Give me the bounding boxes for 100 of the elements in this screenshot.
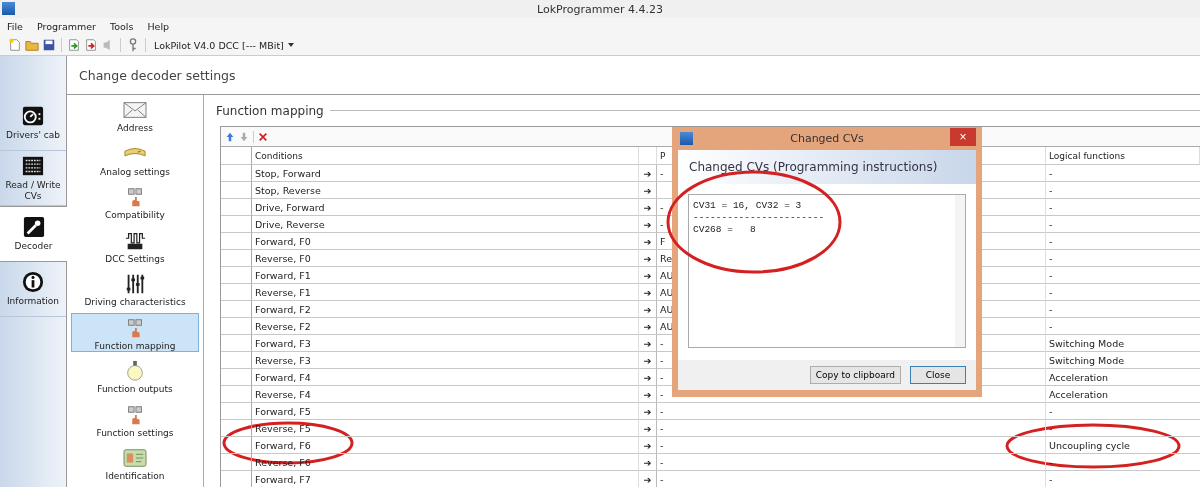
menu-item[interactable]: File: [7, 21, 23, 32]
row-header[interactable]: [221, 233, 252, 250]
table-cell: -: [1046, 267, 1200, 284]
table-cell: -: [1046, 284, 1200, 301]
import-icon[interactable]: [67, 38, 81, 52]
copy-button[interactable]: Copy to clipboard: [809, 366, 901, 384]
decoder-dropdown[interactable]: LokPilot V4.0 DCC [--- MBit]: [151, 39, 297, 51]
table-cell: Forward, F2: [252, 301, 639, 318]
table-cell: -: [657, 471, 1046, 487]
table-cell: -: [1046, 454, 1200, 471]
settings-item[interactable]: Identification: [71, 443, 199, 482]
column-header[interactable]: Conditions: [252, 147, 639, 165]
nav-tab[interactable]: Drivers' cab: [0, 96, 66, 151]
table-cell: Stop, Forward: [252, 165, 639, 182]
table-cell: Reverse, F4: [252, 386, 639, 403]
table-cell: Drive, Forward: [252, 199, 639, 216]
table-cell: Reverse, F3: [252, 352, 639, 369]
window-title: LokProgrammer 4.4.23: [537, 2, 663, 16]
table-cell: -: [1046, 216, 1200, 233]
settings-item[interactable]: Function mapping: [71, 312, 199, 352]
output-field[interactable]: CV31 = 16, CV32 = 3 ----------------------- CV268 = 8: [688, 194, 966, 348]
binary-icon: [22, 154, 44, 177]
envelope-icon: [122, 99, 148, 121]
app-icon: [2, 2, 15, 15]
info-icon: [22, 271, 44, 294]
table-cell: Reverse, F5: [252, 420, 639, 437]
settings-item[interactable]: Function outputs: [71, 356, 199, 395]
row-header[interactable]: [221, 267, 252, 284]
export-icon[interactable]: [84, 38, 98, 52]
table-cell: Forward, F0: [252, 233, 639, 250]
table-cell: Forward, F4: [252, 369, 639, 386]
table-cell: Reverse, F2: [252, 318, 639, 335]
move-up-icon[interactable]: [225, 131, 235, 142]
settings-item[interactable]: Driving characteristics: [71, 269, 199, 308]
code-line: CV268 = 8: [693, 224, 757, 236]
close-button[interactable]: Close: [910, 366, 966, 384]
table-cell: -: [1046, 403, 1200, 420]
row-header[interactable]: [221, 250, 252, 267]
dialog-heading: Changed CVs (Programming instructions): [678, 150, 976, 184]
table-cell: -: [1046, 420, 1200, 437]
table-cell: Switching Mode: [1046, 352, 1200, 369]
row-header[interactable]: [221, 403, 252, 420]
row-header[interactable]: [221, 420, 252, 437]
row-header[interactable]: [221, 437, 252, 454]
settings-item[interactable]: Function settings: [71, 399, 199, 439]
row-header[interactable]: [221, 165, 252, 182]
settings-item[interactable]: Compatibility: [71, 182, 199, 221]
id-card-icon: [122, 447, 148, 469]
page-title: Change decoder settings: [67, 56, 1200, 95]
table-cell: -: [1046, 318, 1200, 335]
new-file-icon[interactable]: [8, 38, 22, 52]
row-header[interactable]: [221, 284, 252, 301]
row-header[interactable]: [221, 386, 252, 403]
table-cell: Forward, F7: [252, 471, 639, 487]
table-cell: -: [1046, 165, 1200, 182]
settings-item[interactable]: DCC Settings: [71, 225, 199, 265]
table-cell: Forward, F5: [252, 403, 639, 420]
app-icon: [680, 132, 693, 145]
save-icon[interactable]: [42, 38, 56, 52]
table-cell: Switching Mode: [1046, 335, 1200, 352]
code-line: CV31 = 16, CV32 = 3: [693, 200, 803, 212]
table-cell: -: [1046, 301, 1200, 318]
table-cell: -: [1046, 250, 1200, 267]
table-cell: -: [657, 437, 1046, 454]
row-header[interactable]: [221, 182, 252, 199]
menu-item[interactable]: Help: [147, 21, 170, 32]
row-header[interactable]: [221, 301, 252, 318]
table-cell: Forward, F1: [252, 267, 639, 284]
delete-icon[interactable]: [258, 131, 268, 142]
wrench-icon: [22, 216, 45, 239]
row-header[interactable]: [221, 216, 252, 233]
menu-item[interactable]: Tools: [110, 21, 134, 32]
close-button[interactable]: ×: [950, 128, 976, 146]
move-down-icon[interactable]: [239, 131, 249, 142]
caret-icon: [287, 43, 294, 47]
row-header[interactable]: [221, 352, 252, 369]
row-header[interactable]: [221, 369, 252, 386]
settings-item[interactable]: Analog settings: [71, 138, 199, 178]
table-cell: -: [1046, 233, 1200, 250]
table-cell: -: [1046, 471, 1200, 487]
table-cell: -: [657, 454, 1046, 471]
row-header[interactable]: [221, 318, 252, 335]
table-cell: -: [1046, 199, 1200, 216]
nav-tab[interactable]: Information: [0, 262, 66, 317]
table-cell: -: [657, 420, 1046, 437]
column-header[interactable]: Logical functions: [1046, 147, 1200, 165]
settings-item[interactable]: Address: [71, 95, 199, 134]
row-header[interactable]: [221, 199, 252, 216]
dialog-title: Changed CVs: [790, 132, 864, 145]
menu-item[interactable]: Programmer: [36, 21, 96, 32]
table-cell: Forward, F3: [252, 335, 639, 352]
table-cell: Drive, Reverse: [252, 216, 639, 233]
row-header[interactable]: [221, 454, 252, 471]
section-title: Function mapping: [216, 103, 324, 118]
nav-tab[interactable]: Decoder: [0, 206, 67, 262]
table-cell: -: [657, 403, 1046, 420]
scrollbar[interactable]: [955, 195, 965, 347]
table-cell: Reverse, F1: [252, 284, 639, 301]
row-header[interactable]: [221, 335, 252, 352]
table-cell: Reverse, F0: [252, 250, 639, 267]
